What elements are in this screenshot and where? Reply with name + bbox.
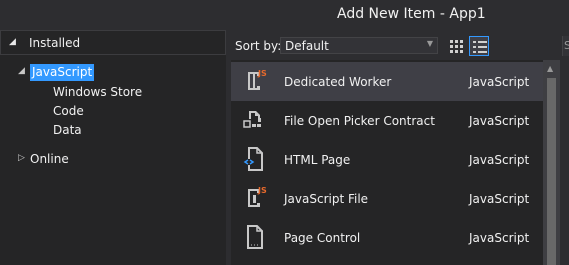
scroll-up-arrow-icon[interactable]: ▲ bbox=[547, 64, 553, 73]
item-language: JavaScript bbox=[469, 231, 530, 245]
list-item-file-open-picker-contract[interactable]: File Open Picker Contract JavaScript bbox=[231, 101, 543, 140]
title-bar: Add New Item - App1 bbox=[0, 0, 569, 30]
list-item-html-page[interactable]: HTML Page JavaScript bbox=[231, 140, 543, 179]
item-language: JavaScript bbox=[469, 75, 530, 89]
window-title: Add New Item - App1 bbox=[337, 6, 486, 22]
installed-label: Installed bbox=[29, 36, 81, 50]
list-item-javascript-file[interactable]: JS JavaScript File JavaScript bbox=[231, 179, 543, 218]
medium-icons-view-button[interactable] bbox=[446, 36, 466, 56]
search-placeholder: S bbox=[564, 39, 569, 52]
sort-by-value: Default bbox=[285, 39, 329, 53]
list-view-icon bbox=[473, 41, 487, 53]
tree-item-windows-store[interactable]: Windows Store bbox=[53, 85, 142, 99]
tree-item-data[interactable]: Data bbox=[53, 123, 82, 137]
item-name: HTML Page bbox=[284, 153, 351, 167]
grid-view-icon bbox=[450, 40, 463, 53]
expanded-triangle-icon[interactable]: ◢ bbox=[18, 66, 25, 76]
item-name: Dedicated Worker bbox=[284, 75, 392, 89]
installed-header[interactable]: ◢ Installed bbox=[0, 30, 226, 55]
item-name: Page Control bbox=[284, 231, 361, 245]
collapse-triangle-icon[interactable]: ◢ bbox=[9, 37, 16, 47]
tree-item-javascript[interactable]: JavaScript bbox=[30, 64, 95, 81]
html-page-icon bbox=[243, 147, 263, 171]
search-input[interactable]: S bbox=[562, 36, 569, 56]
svg-text:JS: JS bbox=[257, 69, 267, 78]
list-item-page-control[interactable]: Page Control JavaScript bbox=[231, 218, 543, 257]
chevron-down-icon: ▼ bbox=[426, 39, 433, 48]
vertical-scrollbar[interactable]: ▲ bbox=[543, 60, 560, 265]
list-item-dedicated-worker[interactable]: JS Dedicated Worker JavaScript bbox=[231, 62, 543, 101]
page-control-icon bbox=[247, 225, 263, 249]
picker-contract-icon bbox=[243, 111, 261, 128]
item-language: JavaScript bbox=[469, 114, 530, 128]
svg-text:JS: JS bbox=[257, 186, 267, 195]
sort-by-dropdown[interactable]: Default ▼ bbox=[280, 37, 438, 54]
js-file-icon: JS bbox=[248, 186, 267, 207]
sort-toolbar: Sort by: Default ▼ S bbox=[231, 30, 569, 60]
item-name: File Open Picker Contract bbox=[284, 114, 435, 128]
item-language: JavaScript bbox=[469, 153, 530, 167]
template-tree: ◢ JavaScript Windows Store Code Data ▷ O… bbox=[0, 55, 226, 265]
tree-item-online[interactable]: Online bbox=[30, 152, 69, 166]
item-language: JavaScript bbox=[469, 192, 530, 206]
right-edge bbox=[560, 60, 569, 265]
tree-item-code[interactable]: Code bbox=[53, 104, 84, 118]
sort-by-label: Sort by: bbox=[235, 39, 282, 53]
collapsed-triangle-icon[interactable]: ▷ bbox=[18, 153, 25, 163]
list-view-button[interactable] bbox=[469, 36, 489, 56]
scrollbar-thumb[interactable] bbox=[547, 78, 556, 265]
template-list: JS Dedicated Worker JavaScript File Open… bbox=[231, 60, 543, 265]
js-file-icon: JS bbox=[248, 69, 267, 90]
item-name: JavaScript File bbox=[284, 192, 369, 206]
